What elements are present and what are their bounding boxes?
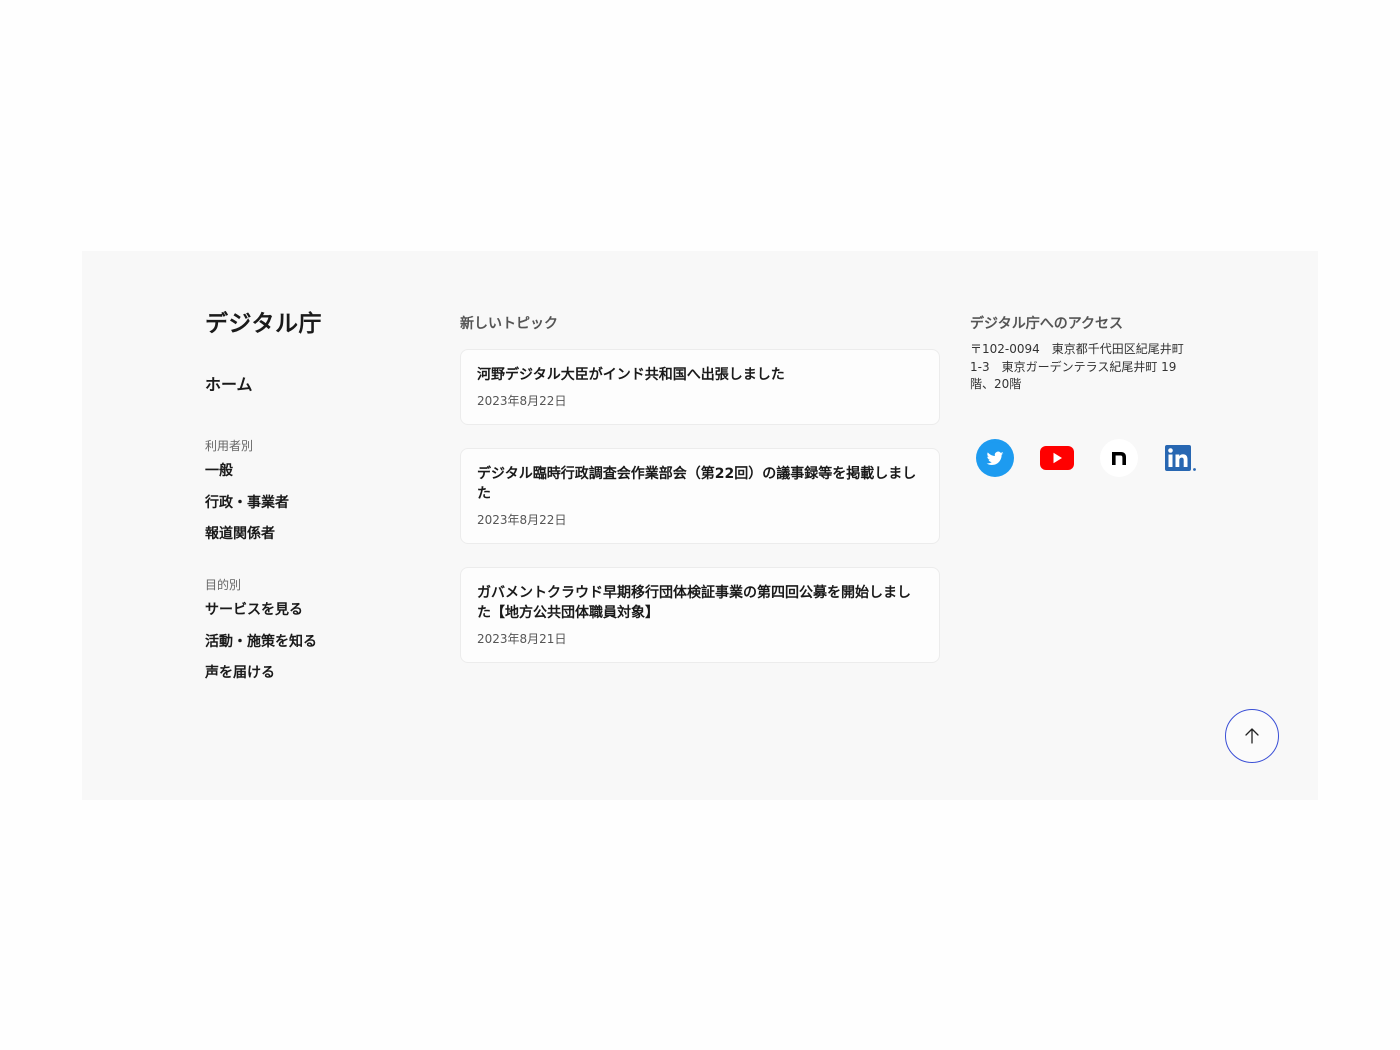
- note-icon: [1112, 451, 1126, 465]
- nav-link-general[interactable]: 一般: [205, 461, 425, 481]
- nav-home-link[interactable]: ホーム: [205, 373, 425, 397]
- twitter-icon: [979, 441, 1011, 474]
- nav-link-services[interactable]: サービスを見る: [205, 600, 425, 620]
- topic-card[interactable]: 河野デジタル大臣がインド共和国へ出張しました 2023年8月22日: [460, 349, 940, 425]
- site-footer: デジタル庁 ホーム 利用者別 一般 行政・事業者 報道関係者 目的別 サービスを…: [82, 251, 1318, 800]
- topic-title: デジタル臨時行政調査会作業部会（第22回）の議事録等を掲載しました: [477, 466, 917, 502]
- nav-link-feedback[interactable]: 声を届ける: [205, 663, 425, 683]
- youtube-icon: [1040, 445, 1074, 470]
- twitter-link[interactable]: [976, 438, 1014, 477]
- topic-card[interactable]: デジタル臨時行政調査会作業部会（第22回）の議事録等を掲載しました 2023年8…: [460, 448, 940, 544]
- topics-column: 新しいトピック 河野デジタル大臣がインド共和国へ出張しました 2023年8月22…: [460, 314, 940, 663]
- back-to-top-button[interactable]: [1225, 709, 1279, 763]
- nav-group-heading: 利用者別: [205, 439, 254, 453]
- nav-link-press[interactable]: 報道関係者: [205, 524, 425, 544]
- address-line: 階、20階: [970, 377, 1022, 391]
- nav-group-by-user: 利用者別 一般 行政・事業者 報道関係者: [205, 437, 425, 544]
- access-column: デジタル庁へのアクセス 〒102-0094 東京都千代田区紀尾井町 1-3 東京…: [970, 314, 1200, 477]
- nav-group-heading: 目的別: [205, 578, 242, 592]
- topic-date: 2023年8月22日: [477, 513, 567, 527]
- social-links: [976, 438, 1200, 477]
- topic-title: 河野デジタル大臣がインド共和国へ出張しました: [477, 367, 785, 383]
- topic-card[interactable]: ガバメントクラウド早期移行団体検証事業の第四回公募を開始しました【地方公共団体職…: [460, 567, 940, 663]
- topic-title: ガバメントクラウド早期移行団体検証事業の第四回公募を開始しました【地方公共団体職…: [477, 585, 911, 621]
- linkedin-link[interactable]: [1162, 439, 1200, 477]
- nav-link-activities[interactable]: 活動・施策を知る: [205, 632, 425, 652]
- topic-date: 2023年8月22日: [477, 394, 567, 408]
- nav-group-by-purpose: 目的別 サービスを見る 活動・施策を知る 声を届ける: [205, 576, 425, 683]
- note-link[interactable]: [1100, 438, 1138, 477]
- youtube-link[interactable]: [1038, 439, 1076, 477]
- access-heading: デジタル庁へのアクセス: [970, 316, 1124, 332]
- site-logo[interactable]: デジタル庁: [205, 311, 322, 337]
- arrow-up-icon: [1245, 728, 1259, 744]
- address-line: 〒102-0094 東京都千代田区紀尾井町: [970, 342, 1184, 356]
- address-line: 1-3 東京ガーデンテラス紀尾井町 19: [970, 359, 1177, 374]
- topic-date: 2023年8月21日: [477, 632, 567, 646]
- footer-nav-column: デジタル庁 ホーム 利用者別 一般 行政・事業者 報道関係者 目的別 サービスを…: [205, 309, 425, 695]
- nav-link-government-business[interactable]: 行政・事業者: [205, 493, 425, 513]
- address: 〒102-0094 東京都千代田区紀尾井町 1-3 東京ガーデンテラス紀尾井町 …: [970, 341, 1190, 394]
- linkedin-icon: [1165, 444, 1196, 471]
- topics-heading: 新しいトピック: [460, 316, 558, 332]
